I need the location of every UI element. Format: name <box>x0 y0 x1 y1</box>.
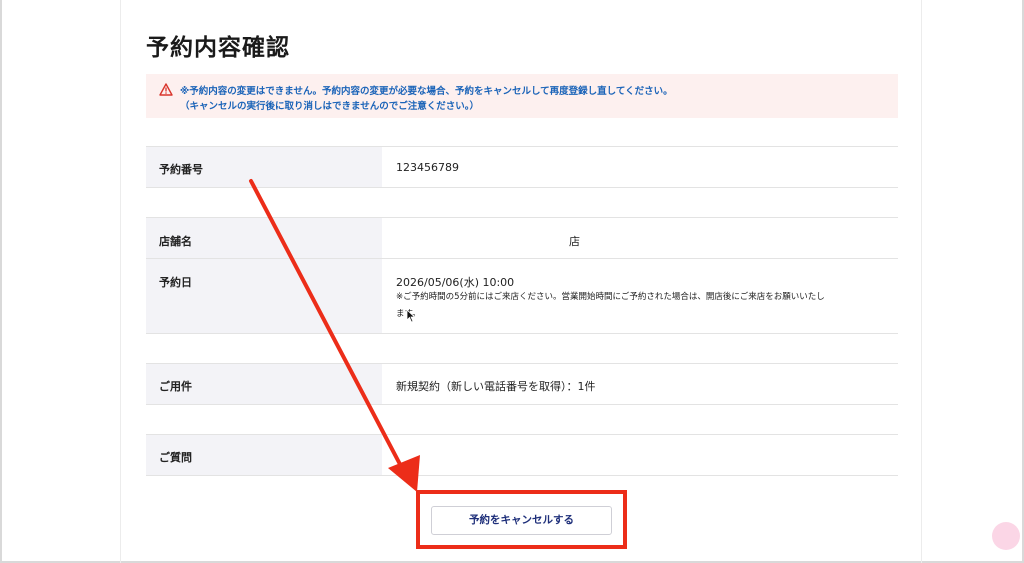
row-date: 予約日 2026/05/06(水) 10:00 ※ご予約時間の5分前にはご来店く… <box>146 258 898 334</box>
reservation-number-value: 123456789 <box>396 161 459 174</box>
cancel-reservation-button[interactable]: 予約をキャンセルする <box>431 506 612 535</box>
page-frame: 予約内容確認 ※予約内容の変更はできません。予約内容の変更が必要な場合、予約をキ… <box>0 0 1024 563</box>
row-question: ご質問 <box>146 434 898 476</box>
mouse-cursor-icon <box>406 309 416 323</box>
row-label: 店舗名 <box>159 235 192 248</box>
date-value: 2026/05/06(水) 10:00 <box>396 276 515 289</box>
row-purpose: ご用件 新規契約（新しい電話番号を取得）：1件 <box>146 363 898 405</box>
notice-text: （キャンセルの実行後に取り消しはできませんのでご注意ください。） <box>180 101 479 112</box>
notice-text: ※予約内容の変更はできません。予約内容の変更が必要な場合、予約をキャンセルして再… <box>180 86 673 97</box>
purpose-value: 新規契約（新しい電話番号を取得）：1件 <box>396 380 596 393</box>
row-label: ご用件 <box>159 380 192 393</box>
store-value: 店 <box>569 235 580 248</box>
floating-help-icon[interactable] <box>992 522 1020 550</box>
date-note: ます。 <box>396 306 876 323</box>
row-reservation-number: 予約番号 123456789 <box>146 146 898 188</box>
row-store: 店舗名 店 <box>146 217 898 259</box>
content-border <box>921 0 922 563</box>
warning-notice: ※予約内容の変更はできません。予約内容の変更が必要な場合、予約をキャンセルして再… <box>146 74 898 118</box>
window-edge <box>0 0 2 563</box>
row-label: 予約番号 <box>159 163 203 176</box>
row-label: 予約日 <box>159 276 192 289</box>
page-title: 予約内容確認 <box>146 35 290 61</box>
content-border <box>120 0 121 563</box>
date-note: ※ご予約時間の5分前にはご来店ください。営業開始時間にご予約された場合は、開店後… <box>396 292 825 302</box>
row-label: ご質問 <box>159 451 192 464</box>
warning-triangle-icon <box>159 83 173 96</box>
